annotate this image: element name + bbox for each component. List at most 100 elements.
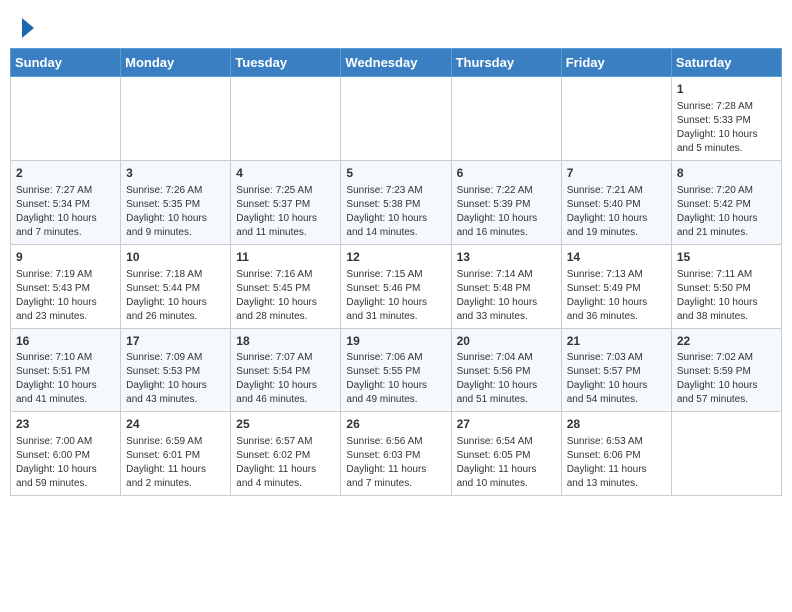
calendar-day-cell: 2 Sunrise: 7:27 AM Sunset: 5:34 PM Daylig… bbox=[11, 160, 121, 244]
day-number: 13 bbox=[457, 249, 556, 266]
day-of-week-header: Sunday bbox=[11, 49, 121, 77]
day-number: 3 bbox=[126, 165, 225, 182]
calendar-day-cell bbox=[121, 77, 231, 161]
calendar-day-cell bbox=[341, 77, 451, 161]
day-info: Sunrise: 7:27 AM Sunset: 5:34 PM Dayligh… bbox=[16, 184, 115, 240]
calendar-day-cell: 25 Sunrise: 6:57 AM Sunset: 6:02 PM Dayli… bbox=[231, 412, 341, 496]
calendar-day-cell bbox=[671, 412, 781, 496]
calendar-day-cell: 5 Sunrise: 7:23 AM Sunset: 5:38 PM Daylig… bbox=[341, 160, 451, 244]
day-info: Sunrise: 7:19 AM Sunset: 5:43 PM Dayligh… bbox=[16, 268, 115, 324]
calendar-day-cell: 15 Sunrise: 7:11 AM Sunset: 5:50 PM Dayli… bbox=[671, 244, 781, 328]
day-number: 14 bbox=[567, 249, 666, 266]
day-info: Sunrise: 7:22 AM Sunset: 5:39 PM Dayligh… bbox=[457, 184, 556, 240]
calendar-day-cell: 4 Sunrise: 7:25 AM Sunset: 5:37 PM Daylig… bbox=[231, 160, 341, 244]
calendar-day-cell: 11 Sunrise: 7:16 AM Sunset: 5:45 PM Dayli… bbox=[231, 244, 341, 328]
day-number: 11 bbox=[236, 249, 335, 266]
day-number: 18 bbox=[236, 333, 335, 350]
calendar-day-cell: 9 Sunrise: 7:19 AM Sunset: 5:43 PM Daylig… bbox=[11, 244, 121, 328]
logo bbox=[20, 18, 34, 42]
day-info: Sunrise: 7:02 AM Sunset: 5:59 PM Dayligh… bbox=[677, 351, 776, 407]
day-number: 8 bbox=[677, 165, 776, 182]
day-info: Sunrise: 6:56 AM Sunset: 6:03 PM Dayligh… bbox=[346, 435, 445, 491]
day-info: Sunrise: 7:09 AM Sunset: 5:53 PM Dayligh… bbox=[126, 351, 225, 407]
calendar-day-cell: 20Sunrise: 7:04 AM Sunset: 5:56 PM Dayli… bbox=[451, 328, 561, 412]
day-of-week-header: Friday bbox=[561, 49, 671, 77]
day-number: 16 bbox=[16, 333, 115, 350]
day-number: 25 bbox=[236, 416, 335, 433]
day-info: Sunrise: 6:59 AM Sunset: 6:01 PM Dayligh… bbox=[126, 435, 225, 491]
day-info: Sunrise: 7:23 AM Sunset: 5:38 PM Dayligh… bbox=[346, 184, 445, 240]
day-info: Sunrise: 7:03 AM Sunset: 5:57 PM Dayligh… bbox=[567, 351, 666, 407]
day-info: Sunrise: 7:11 AM Sunset: 5:50 PM Dayligh… bbox=[677, 268, 776, 324]
day-info: Sunrise: 6:57 AM Sunset: 6:02 PM Dayligh… bbox=[236, 435, 335, 491]
day-number: 23 bbox=[16, 416, 115, 433]
calendar-day-cell: 8 Sunrise: 7:20 AM Sunset: 5:42 PM Daylig… bbox=[671, 160, 781, 244]
day-info: Sunrise: 7:04 AM Sunset: 5:56 PM Dayligh… bbox=[457, 351, 556, 407]
day-number: 10 bbox=[126, 249, 225, 266]
calendar-week-row: 16Sunrise: 7:10 AM Sunset: 5:51 PM Dayli… bbox=[11, 328, 782, 412]
day-info: Sunrise: 7:14 AM Sunset: 5:48 PM Dayligh… bbox=[457, 268, 556, 324]
day-info: Sunrise: 7:28 AM Sunset: 5:33 PM Dayligh… bbox=[677, 100, 776, 156]
day-info: Sunrise: 7:15 AM Sunset: 5:46 PM Dayligh… bbox=[346, 268, 445, 324]
calendar-day-cell bbox=[231, 77, 341, 161]
day-number: 26 bbox=[346, 416, 445, 433]
day-info: Sunrise: 7:06 AM Sunset: 5:55 PM Dayligh… bbox=[346, 351, 445, 407]
calendar-day-cell: 27Sunrise: 6:54 AM Sunset: 6:05 PM Dayli… bbox=[451, 412, 561, 496]
calendar-day-cell: 12Sunrise: 7:15 AM Sunset: 5:46 PM Dayli… bbox=[341, 244, 451, 328]
day-info: Sunrise: 7:07 AM Sunset: 5:54 PM Dayligh… bbox=[236, 351, 335, 407]
day-number: 6 bbox=[457, 165, 556, 182]
calendar-day-cell: 10 Sunrise: 7:18 AM Sunset: 5:44 PM Dayli… bbox=[121, 244, 231, 328]
day-number: 1 bbox=[677, 81, 776, 98]
day-number: 19 bbox=[346, 333, 445, 350]
calendar-day-cell bbox=[561, 77, 671, 161]
day-number: 21 bbox=[567, 333, 666, 350]
calendar-header-row: SundayMondayTuesdayWednesdayThursdayFrid… bbox=[11, 49, 782, 77]
day-of-week-header: Tuesday bbox=[231, 49, 341, 77]
calendar-day-cell: 13 Sunrise: 7:14 AM Sunset: 5:48 PM Dayli… bbox=[451, 244, 561, 328]
calendar-day-cell: 22Sunrise: 7:02 AM Sunset: 5:59 PM Dayli… bbox=[671, 328, 781, 412]
day-info: Sunrise: 7:20 AM Sunset: 5:42 PM Dayligh… bbox=[677, 184, 776, 240]
calendar-day-cell: 6 Sunrise: 7:22 AM Sunset: 5:39 PM Daylig… bbox=[451, 160, 561, 244]
day-of-week-header: Thursday bbox=[451, 49, 561, 77]
calendar-day-cell: 18Sunrise: 7:07 AM Sunset: 5:54 PM Dayli… bbox=[231, 328, 341, 412]
day-number: 7 bbox=[567, 165, 666, 182]
day-info: Sunrise: 6:53 AM Sunset: 6:06 PM Dayligh… bbox=[567, 435, 666, 491]
day-info: Sunrise: 7:13 AM Sunset: 5:49 PM Dayligh… bbox=[567, 268, 666, 324]
calendar-day-cell: 26 Sunrise: 6:56 AM Sunset: 6:03 PM Dayli… bbox=[341, 412, 451, 496]
page-header bbox=[10, 10, 782, 48]
day-number: 15 bbox=[677, 249, 776, 266]
day-number: 28 bbox=[567, 416, 666, 433]
calendar-week-row: 9 Sunrise: 7:19 AM Sunset: 5:43 PM Daylig… bbox=[11, 244, 782, 328]
day-number: 27 bbox=[457, 416, 556, 433]
calendar-day-cell: 16Sunrise: 7:10 AM Sunset: 5:51 PM Dayli… bbox=[11, 328, 121, 412]
calendar-day-cell: 23 Sunrise: 7:00 AM Sunset: 6:00 PM Dayli… bbox=[11, 412, 121, 496]
calendar-day-cell: 14 Sunrise: 7:13 AM Sunset: 5:49 PM Dayli… bbox=[561, 244, 671, 328]
calendar-week-row: 23 Sunrise: 7:00 AM Sunset: 6:00 PM Dayli… bbox=[11, 412, 782, 496]
calendar-day-cell: 1 Sunrise: 7:28 AM Sunset: 5:33 PM Daylig… bbox=[671, 77, 781, 161]
day-number: 20 bbox=[457, 333, 556, 350]
calendar-day-cell: 28 Sunrise: 6:53 AM Sunset: 6:06 PM Dayli… bbox=[561, 412, 671, 496]
day-info: Sunrise: 7:10 AM Sunset: 5:51 PM Dayligh… bbox=[16, 351, 115, 407]
day-info: Sunrise: 7:21 AM Sunset: 5:40 PM Dayligh… bbox=[567, 184, 666, 240]
calendar-day-cell bbox=[11, 77, 121, 161]
day-info: Sunrise: 7:26 AM Sunset: 5:35 PM Dayligh… bbox=[126, 184, 225, 240]
day-number: 17 bbox=[126, 333, 225, 350]
day-number: 2 bbox=[16, 165, 115, 182]
calendar-week-row: 1 Sunrise: 7:28 AM Sunset: 5:33 PM Daylig… bbox=[11, 77, 782, 161]
day-info: Sunrise: 7:00 AM Sunset: 6:00 PM Dayligh… bbox=[16, 435, 115, 491]
day-info: Sunrise: 7:18 AM Sunset: 5:44 PM Dayligh… bbox=[126, 268, 225, 324]
day-number: 5 bbox=[346, 165, 445, 182]
calendar-day-cell bbox=[451, 77, 561, 161]
day-info: Sunrise: 7:25 AM Sunset: 5:37 PM Dayligh… bbox=[236, 184, 335, 240]
day-of-week-header: Saturday bbox=[671, 49, 781, 77]
calendar-day-cell: 17Sunrise: 7:09 AM Sunset: 5:53 PM Dayli… bbox=[121, 328, 231, 412]
calendar-day-cell: 3 Sunrise: 7:26 AM Sunset: 5:35 PM Daylig… bbox=[121, 160, 231, 244]
logo-arrow-icon bbox=[22, 18, 34, 38]
calendar-day-cell: 21Sunrise: 7:03 AM Sunset: 5:57 PM Dayli… bbox=[561, 328, 671, 412]
day-number: 22 bbox=[677, 333, 776, 350]
day-number: 4 bbox=[236, 165, 335, 182]
day-info: Sunrise: 7:16 AM Sunset: 5:45 PM Dayligh… bbox=[236, 268, 335, 324]
day-number: 9 bbox=[16, 249, 115, 266]
day-number: 24 bbox=[126, 416, 225, 433]
calendar-week-row: 2 Sunrise: 7:27 AM Sunset: 5:34 PM Daylig… bbox=[11, 160, 782, 244]
